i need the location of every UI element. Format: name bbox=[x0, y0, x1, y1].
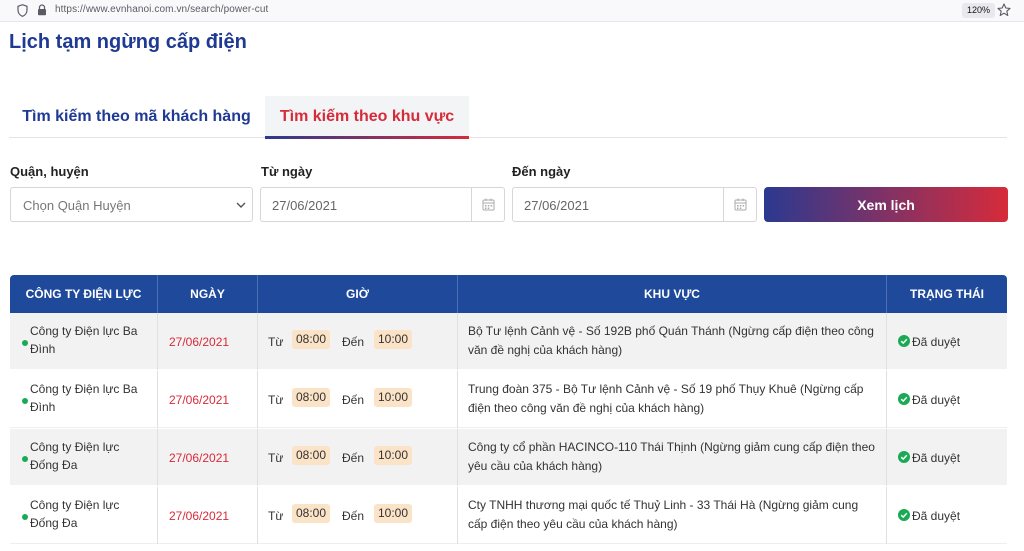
area-text: Bộ Tư lệnh Cảnh vệ - Số 192B phố Quán Th… bbox=[468, 324, 874, 357]
bookmark-star-icon[interactable] bbox=[997, 3, 1011, 17]
time-to-badge: 10:00 bbox=[374, 446, 413, 465]
status-dot bbox=[22, 514, 28, 520]
company-name: Công ty Điện lực Ba Đình bbox=[30, 324, 138, 356]
area-cell: Cty TNHH thương mại quốc tế Thuỷ Linh - … bbox=[458, 487, 887, 544]
time-from-label: Từ bbox=[268, 335, 284, 349]
district-label: Quận, huyện bbox=[10, 164, 89, 179]
tab-search-by-area[interactable]: Tìm kiếm theo khu vực bbox=[265, 96, 469, 139]
time-to-label: Đến bbox=[342, 335, 365, 349]
status-badge: Đã duyệt bbox=[912, 393, 961, 407]
date-value: 27/06/2021 bbox=[169, 451, 230, 465]
time-from-badge: 08:00 bbox=[292, 388, 331, 407]
calendar-icon bbox=[734, 198, 746, 211]
shield-icon[interactable] bbox=[17, 4, 28, 17]
from-date-input[interactable]: 27/06/2021 bbox=[260, 187, 505, 222]
tab-label: Tìm kiếm theo mã khách hàng bbox=[22, 108, 251, 125]
time-cell: Từ 08:00 Đến 10:00 bbox=[258, 371, 458, 428]
lock-icon[interactable] bbox=[37, 4, 47, 16]
time-cell: Từ 08:00 Đến 10:00 bbox=[258, 429, 458, 486]
company-cell: Công ty Điện lực Ba Đình bbox=[10, 371, 158, 428]
time-from-badge: 08:00 bbox=[292, 504, 331, 523]
status-cell: Đã duyệt bbox=[887, 371, 1007, 428]
date-value: 27/06/2021 bbox=[169, 393, 230, 407]
district-select-value: Chọn Quận Huyện bbox=[23, 198, 131, 213]
status-cell: Đã duyệt bbox=[887, 487, 1007, 544]
table-header: CÔNG TY ĐIỆN LỰC NGÀY GIỜ KHU VỰC TRẠNG … bbox=[10, 275, 1007, 313]
area-cell: Trung đoàn 375 - Bộ Tư lệnh Cảnh vệ - Số… bbox=[458, 371, 887, 428]
area-text: Trung đoàn 375 - Bộ Tư lệnh Cảnh vệ - Số… bbox=[468, 382, 864, 415]
check-circle-icon bbox=[898, 509, 910, 521]
status-cell: Đã duyệt bbox=[887, 313, 1007, 370]
date-cell: 27/06/2021 bbox=[158, 371, 258, 428]
status-cell: Đã duyệt bbox=[887, 429, 1007, 486]
company-cell: Công ty Điện lực Đống Đa bbox=[10, 487, 158, 544]
status-badge: Đã duyệt bbox=[912, 451, 961, 465]
to-date-input[interactable]: 27/06/2021 bbox=[512, 187, 757, 222]
calendar-icon bbox=[482, 198, 494, 211]
time-from-label: Từ bbox=[268, 509, 284, 523]
company-name: Công ty Điện lực Đống Đa bbox=[30, 440, 120, 472]
page-title: Lịch tạm ngừng cấp điện bbox=[9, 31, 247, 53]
time-from-badge: 08:00 bbox=[292, 446, 331, 465]
area-cell: Bộ Tư lệnh Cảnh vệ - Số 192B phố Quán Th… bbox=[458, 313, 887, 370]
company-cell: Công ty Điện lực Đống Đa bbox=[10, 429, 158, 486]
column-header-area: KHU VỰC bbox=[458, 275, 887, 313]
column-header-date: NGÀY bbox=[158, 275, 258, 313]
time-to-badge: 10:00 bbox=[374, 388, 413, 407]
to-date-label: Đến ngày bbox=[512, 164, 571, 179]
status-dot bbox=[22, 456, 28, 462]
to-date-calendar-button[interactable] bbox=[723, 188, 756, 221]
table-row: Công ty Điện lực Ba Đình 27/06/2021 Từ 0… bbox=[10, 371, 1007, 428]
table-row: Công ty Điện lực Đống Đa 27/06/2021 Từ 0… bbox=[10, 429, 1007, 486]
time-to-badge: 10:00 bbox=[374, 330, 413, 349]
tab-search-by-customer-code[interactable]: Tìm kiếm theo mã khách hàng bbox=[9, 96, 264, 138]
time-cell: Từ 08:00 Đến 10:00 bbox=[258, 487, 458, 544]
date-value: 27/06/2021 bbox=[169, 335, 230, 349]
district-select[interactable]: Chọn Quận Huyện bbox=[10, 187, 253, 222]
date-cell: 27/06/2021 bbox=[158, 487, 258, 544]
from-date-calendar-button[interactable] bbox=[471, 188, 504, 221]
time-to-label: Đến bbox=[342, 393, 365, 407]
chevron-down-icon bbox=[236, 202, 246, 208]
area-cell: Công ty cổ phần HACINCO-110 Thái Thịnh (… bbox=[458, 429, 887, 486]
time-from-label: Từ bbox=[268, 393, 284, 407]
time-from-badge: 08:00 bbox=[292, 330, 331, 349]
date-cell: 27/06/2021 bbox=[158, 429, 258, 486]
view-schedule-button[interactable]: Xem lịch bbox=[764, 187, 1008, 222]
time-to-badge: 10:00 bbox=[374, 504, 413, 523]
check-circle-icon bbox=[898, 335, 910, 347]
company-name: Công ty Điện lực Đống Đa bbox=[30, 498, 120, 530]
browser-url-bar: https://www.evnhanoi.com.vn/search/power… bbox=[0, 0, 1024, 22]
table-row: Công ty Điện lực Ba Đình 27/06/2021 Từ 0… bbox=[10, 313, 1007, 370]
check-circle-icon bbox=[898, 451, 910, 463]
tab-label: Tìm kiếm theo khu vực bbox=[279, 108, 455, 125]
status-badge: Đã duyệt bbox=[912, 509, 961, 523]
time-to-label: Đến bbox=[342, 509, 365, 523]
url-text[interactable]: https://www.evnhanoi.com.vn/search/power… bbox=[55, 4, 268, 15]
status-badge: Đã duyệt bbox=[912, 335, 961, 349]
time-to-label: Đến bbox=[342, 451, 365, 465]
table-row: Công ty Điện lực Đống Đa 27/06/2021 Từ 0… bbox=[10, 487, 1007, 544]
status-dot bbox=[22, 340, 28, 346]
company-cell: Công ty Điện lực Ba Đình bbox=[10, 313, 158, 370]
company-name: Công ty Điện lực Ba Đình bbox=[30, 382, 138, 414]
date-cell: 27/06/2021 bbox=[158, 313, 258, 370]
active-tab-underline bbox=[265, 136, 469, 139]
to-date-value: 27/06/2021 bbox=[524, 198, 590, 213]
status-dot bbox=[22, 398, 28, 404]
search-tabs: Tìm kiếm theo mã khách hàng Tìm kiếm the… bbox=[9, 96, 1007, 139]
area-text: Cty TNHH thương mại quốc tế Thuỷ Linh - … bbox=[468, 498, 859, 531]
column-header-company: CÔNG TY ĐIỆN LỰC bbox=[10, 275, 158, 313]
from-date-value: 27/06/2021 bbox=[272, 198, 338, 213]
from-date-label: Từ ngày bbox=[261, 164, 313, 179]
column-header-status: TRẠNG THÁI bbox=[910, 287, 984, 301]
check-circle-icon bbox=[898, 393, 910, 405]
date-value: 27/06/2021 bbox=[169, 509, 230, 523]
zoom-level-badge[interactable]: 120% bbox=[962, 3, 996, 18]
area-text: Công ty cổ phần HACINCO-110 Thái Thịnh (… bbox=[468, 440, 875, 473]
time-cell: Từ 08:00 Đến 10:00 bbox=[258, 313, 458, 370]
time-from-label: Từ bbox=[268, 451, 284, 465]
column-header-time: GIỜ bbox=[258, 275, 458, 313]
power-cut-table: CÔNG TY ĐIỆN LỰC NGÀY GIỜ KHU VỰC TRẠNG … bbox=[10, 275, 1007, 551]
